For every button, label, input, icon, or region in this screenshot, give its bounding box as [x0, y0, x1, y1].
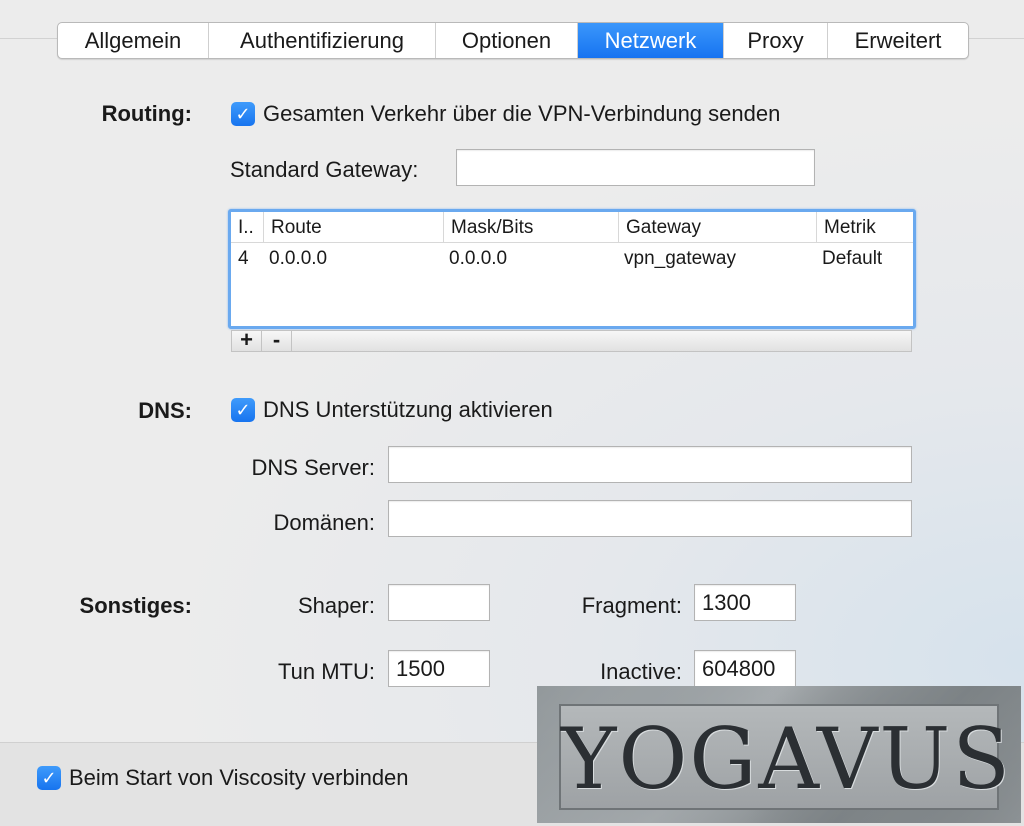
inactive-label: Inactive:: [600, 659, 682, 684]
tab-optionen[interactable]: Optionen: [436, 23, 578, 58]
tab-bar: Allgemein Authentifizierung Optionen Net…: [57, 22, 969, 59]
domains-label: Domänen:: [273, 510, 375, 535]
dns-section-label: DNS:: [138, 398, 192, 423]
cell-mask: 0.0.0.0: [449, 248, 508, 269]
table-footer-bar: [231, 330, 912, 352]
cell-route: 0.0.0.0: [269, 248, 328, 269]
connect-on-start-checkbox[interactable]: ✓: [37, 766, 61, 790]
fragment-label: Fragment:: [581, 593, 682, 618]
tab-proxy[interactable]: Proxy: [724, 23, 828, 58]
routing-section-label: Routing:: [101, 101, 192, 126]
cell-index: 4: [238, 248, 249, 269]
connect-on-start-label: Beim Start von Viscosity verbinden: [69, 765, 409, 790]
send-all-traffic-checkbox[interactable]: ✓: [231, 102, 255, 126]
dns-enable-checkbox[interactable]: ✓: [231, 398, 255, 422]
dns-server-label: DNS Server:: [251, 455, 375, 480]
column-header-route[interactable]: Route: [264, 212, 444, 243]
dns-server-field[interactable]: [388, 446, 912, 483]
misc-section-label: Sonstiges:: [79, 593, 192, 618]
tab-erweitert[interactable]: Erweitert: [828, 23, 968, 58]
shaper-field[interactable]: [388, 584, 490, 621]
standard-gateway-field[interactable]: [456, 149, 815, 186]
column-header-gateway[interactable]: Gateway: [619, 212, 817, 243]
cell-gateway: vpn_gateway: [624, 248, 736, 269]
column-header-mask[interactable]: Mask/Bits: [444, 212, 619, 243]
routes-table[interactable]: I.. Route Mask/Bits Gateway Metrik 4 0.0…: [228, 209, 916, 329]
dns-enable-label: DNS Unterstützung aktivieren: [263, 397, 553, 422]
tun-mtu-field[interactable]: 1500: [388, 650, 490, 687]
routes-table-header: I.. Route Mask/Bits Gateway Metrik: [231, 212, 913, 243]
domains-field[interactable]: [388, 500, 912, 537]
cell-metric: Default: [822, 248, 883, 269]
watermark-plate: YOGAVUS: [559, 704, 1012, 810]
standard-gateway-label: Standard Gateway:: [230, 157, 419, 182]
watermark-stamp: YOGAVUS: [537, 686, 1021, 823]
tab-authentifizierung[interactable]: Authentifizierung: [209, 23, 436, 58]
tab-allgemein[interactable]: Allgemein: [58, 23, 209, 58]
column-header-metric[interactable]: Metrik: [817, 212, 913, 243]
fragment-field[interactable]: 1300: [694, 584, 796, 621]
column-header-index[interactable]: I..: [231, 212, 264, 243]
add-route-button[interactable]: +: [232, 329, 262, 352]
tab-netzwerk[interactable]: Netzwerk: [578, 23, 724, 58]
send-all-traffic-label: Gesamten Verkehr über die VPN-Verbindung…: [263, 101, 781, 126]
watermark-text: YOGAVUS: [561, 710, 1012, 808]
inactive-field[interactable]: 604800: [694, 650, 796, 687]
remove-route-button[interactable]: -: [262, 329, 292, 352]
shaper-label: Shaper:: [297, 593, 375, 618]
tun-mtu-label: Tun MTU:: [278, 659, 375, 684]
